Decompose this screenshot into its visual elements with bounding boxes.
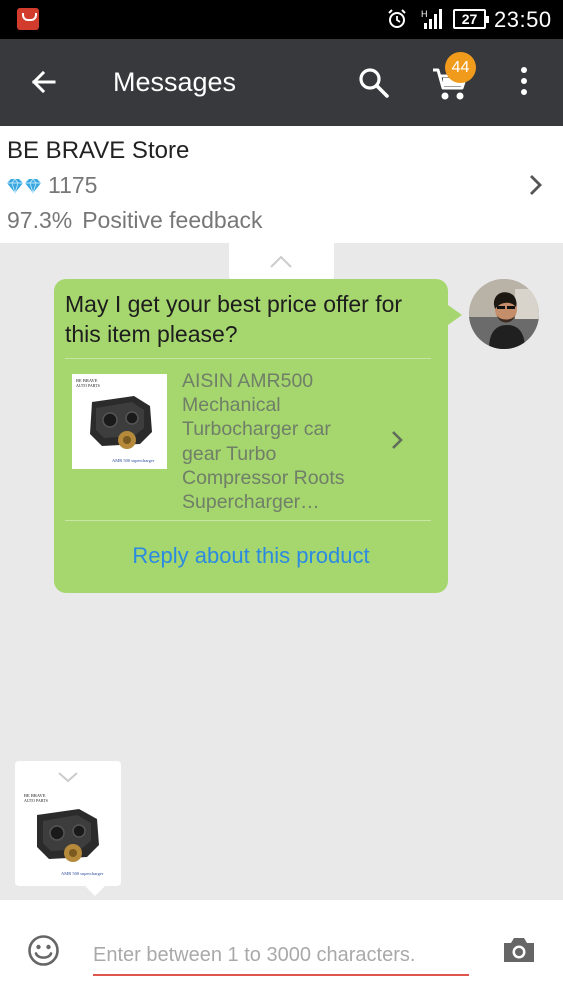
cart-count-badge: 44 xyxy=(445,52,476,83)
chevron-right-icon[interactable] xyxy=(527,174,545,196)
load-earlier-tab[interactable] xyxy=(229,243,334,280)
store-header[interactable]: BE BRAVE Store 1175 97.3% Positive feedba… xyxy=(0,126,563,243)
more-vert-icon[interactable] xyxy=(516,67,532,99)
svg-text:AMR 500 supercharger: AMR 500 supercharger xyxy=(61,871,104,876)
feedback-label: Positive feedback xyxy=(82,207,263,233)
signal-icon: H xyxy=(421,9,442,29)
alarm-icon xyxy=(388,9,406,28)
store-feedback: 97.3% Positive feedback xyxy=(7,207,263,234)
battery-icon: 27 xyxy=(453,9,489,29)
back-arrow-icon[interactable] xyxy=(28,66,60,98)
attached-product-image: BE BRAVE AUTO PARTS AMR 500 supercharger xyxy=(21,789,115,881)
avatar[interactable] xyxy=(469,279,539,349)
aliexpress-notification-icon xyxy=(17,8,39,30)
message-bubble: May I get your best price offer for this… xyxy=(54,279,462,593)
attached-image-preview[interactable]: BE BRAVE AUTO PARTS AMR 500 supercharger xyxy=(15,761,121,896)
svg-text:AMR 500 supercharger: AMR 500 supercharger xyxy=(112,458,155,463)
svg-text:H: H xyxy=(421,9,428,19)
page-title: Messages xyxy=(113,67,237,97)
feedback-percent: 97.3% xyxy=(7,207,73,233)
camera-icon[interactable] xyxy=(502,936,536,964)
store-name: BE BRAVE Store xyxy=(7,137,190,164)
emoji-icon[interactable] xyxy=(27,934,60,967)
divider xyxy=(65,358,431,359)
clock: 23:50 xyxy=(494,7,552,32)
chevron-right-icon[interactable] xyxy=(390,430,404,450)
message-text: May I get your best price offer for this… xyxy=(65,291,403,347)
divider xyxy=(65,520,431,521)
message-input-bar xyxy=(0,900,563,1000)
chevron-up-icon xyxy=(270,255,292,268)
app-bar: Messages 44 xyxy=(0,39,563,126)
product-title[interactable]: AISIN AMR500 Mechanical Turbocharger car… xyxy=(182,369,372,514)
diamond-icon xyxy=(7,178,41,194)
status-bar: H 27 23:50 xyxy=(0,0,563,39)
svg-text:AUTO PARTS: AUTO PARTS xyxy=(76,383,100,388)
store-score: 1175 xyxy=(48,172,98,198)
reply-about-product-link[interactable]: Reply about this product xyxy=(54,543,448,569)
search-icon[interactable] xyxy=(357,66,391,100)
product-thumbnail[interactable]: BE BRAVE AUTO PARTS AMR 500 supercharger xyxy=(72,374,167,469)
chevron-down-icon[interactable] xyxy=(57,771,79,783)
svg-text:AUTO PARTS: AUTO PARTS xyxy=(24,798,48,803)
message-input[interactable] xyxy=(93,936,469,976)
